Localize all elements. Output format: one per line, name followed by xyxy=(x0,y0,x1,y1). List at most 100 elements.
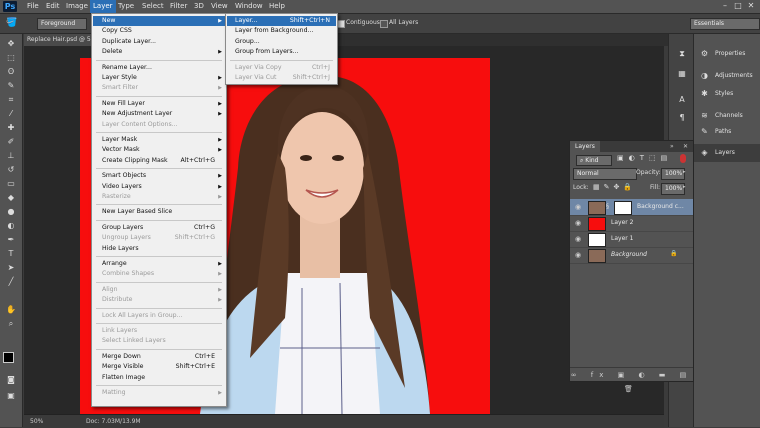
layer-menu-item-delete[interactable]: Delete ▶ xyxy=(93,47,225,57)
layer-menu-item-vector-mask[interactable]: Vector Mask ▶ xyxy=(93,145,225,155)
layer-menu-item-new-adjustment-layer[interactable]: New Adjustment Layer ▶ xyxy=(93,109,225,119)
lock-icons[interactable]: ▦✎✥🔒 xyxy=(593,183,636,191)
layer-menu-item-copy-css[interactable]: Copy CSS xyxy=(93,26,225,36)
eyedropper-tool-icon[interactable]: ⁄ xyxy=(4,108,18,119)
layer-menu-item-flatten-image[interactable]: Flatten Image xyxy=(93,373,225,383)
new-submenu-item-group-from-layers[interactable]: Group from Layers... xyxy=(227,47,336,57)
layers-bottom-toolbar[interactable]: ∞ fx ▣ ◐ ▬ ▤ 🗑 xyxy=(570,367,693,393)
layers-tab[interactable]: Layers xyxy=(570,141,600,152)
close-panel-icon[interactable]: ✕ xyxy=(683,141,688,152)
layer-menu-item-group-layers[interactable]: Group Layers Ctrl+G xyxy=(93,223,225,233)
visibility-eye-icon[interactable]: ◉ xyxy=(574,219,582,227)
lock-icon[interactable]: 🔒 xyxy=(670,250,677,257)
dock-paths[interactable]: ✎ Paths xyxy=(694,123,760,133)
brush-tool-icon[interactable]: ✐ xyxy=(4,136,18,147)
blur-tool-icon[interactable]: ● xyxy=(4,206,18,217)
fill-source-select[interactable]: Foreground xyxy=(37,18,87,30)
paint-bucket-icon[interactable]: 🪣 xyxy=(6,17,22,29)
blend-mode-select[interactable]: Normal xyxy=(573,168,637,180)
all-layers-checkbox[interactable] xyxy=(380,20,388,28)
hand-tool-icon[interactable]: ✋ xyxy=(4,304,18,315)
layer-row[interactable]: ◉ § Background c... xyxy=(570,199,693,216)
layer-menu-item-new-fill-layer[interactable]: New Fill Layer ▶ xyxy=(93,99,225,109)
history-brush-tool-icon[interactable]: ↺ xyxy=(4,164,18,175)
foreground-color-swatch[interactable] xyxy=(3,352,14,363)
fill-arrow-icon[interactable]: ▸ xyxy=(683,184,686,190)
lasso-tool-icon[interactable]: ʘ xyxy=(4,66,18,77)
filter-toggle-icon[interactable] xyxy=(680,154,686,163)
visibility-eye-icon[interactable]: ◉ xyxy=(574,251,582,259)
menu-type[interactable]: Type xyxy=(115,0,137,13)
quick-select-tool-icon[interactable]: ✎ xyxy=(4,80,18,91)
filter-kind-select[interactable]: ⌕ Kind xyxy=(576,155,612,166)
layer-menu-item-layer-mask[interactable]: Layer Mask ▶ xyxy=(93,135,225,145)
menu-image[interactable]: Image xyxy=(63,0,91,13)
marquee-tool-icon[interactable]: ⬚ xyxy=(4,52,18,63)
layer-menu-item-merge-visible[interactable]: Merge Visible Shift+Ctrl+E xyxy=(93,362,225,372)
menu-window[interactable]: Window xyxy=(232,0,266,13)
menu-select[interactable]: Select xyxy=(139,0,167,13)
visibility-eye-icon[interactable]: ◉ xyxy=(574,235,582,243)
type-tool-icon[interactable]: T xyxy=(4,248,18,259)
line-tool-icon[interactable]: ╱ xyxy=(4,276,18,287)
move-tool-icon[interactable]: ✥ xyxy=(4,38,18,49)
collapse-panel-icon[interactable]: » xyxy=(670,141,674,152)
crop-tool-icon[interactable]: ⌗ xyxy=(4,94,18,105)
eraser-tool-icon[interactable]: ▭ xyxy=(4,178,18,189)
dock-adjustments[interactable]: ◑ Adjustments xyxy=(694,67,760,85)
menu-view[interactable]: View xyxy=(208,0,231,13)
character-panel-icon[interactable]: A xyxy=(675,94,689,105)
chain-link-icon[interactable]: § xyxy=(606,203,609,210)
minimize-icon[interactable]: – xyxy=(720,1,730,11)
color-panel-icon[interactable]: ▦ xyxy=(675,68,689,79)
dock-properties[interactable]: ⚙ Properties xyxy=(694,45,760,63)
menu-layer[interactable]: Layer xyxy=(90,0,116,13)
paragraph-panel-icon[interactable]: ¶ xyxy=(675,112,689,123)
new-submenu-item-layer[interactable]: Layer... Shift+Ctrl+N xyxy=(227,16,336,26)
screen-mode-icon[interactable]: ▣ xyxy=(4,390,18,401)
visibility-eye-icon[interactable]: ◉ xyxy=(574,203,582,211)
healing-brush-tool-icon[interactable]: ✚ xyxy=(4,122,18,133)
pen-tool-icon[interactable]: ✒ xyxy=(4,234,18,245)
menu-help[interactable]: Help xyxy=(266,0,288,13)
document-tab[interactable]: Replace Hair.psd @ 50... xyxy=(24,34,97,46)
layer-row[interactable]: ◉ Layer 1 xyxy=(570,231,693,248)
menu-3d[interactable]: 3D xyxy=(191,0,207,13)
contiguous-checkbox[interactable] xyxy=(337,20,345,28)
layer-menu-item-video-layers[interactable]: Video Layers ▶ xyxy=(93,182,225,192)
layer-menu-item-duplicate-layer[interactable]: Duplicate Layer... xyxy=(93,37,225,47)
paint-bucket-tool-icon[interactable]: ◆ xyxy=(4,192,18,203)
dock-layers[interactable]: ◈ Layers xyxy=(694,144,760,162)
layer-menu-item-layer-style[interactable]: Layer Style ▶ xyxy=(93,73,225,83)
layer-menu-item-merge-down[interactable]: Merge Down Ctrl+E xyxy=(93,352,225,362)
opacity-input[interactable]: 100% xyxy=(661,168,685,180)
layer-menu-item-create-clipping-mask[interactable]: Create Clipping Mask Alt+Ctrl+G xyxy=(93,156,225,166)
zoom-tool-icon[interactable]: ⌕ xyxy=(4,318,18,329)
menu-file[interactable]: File xyxy=(24,0,42,13)
layer-menu-item-new[interactable]: New ▶ xyxy=(93,16,225,26)
close-icon[interactable]: ✕ xyxy=(746,1,756,11)
opacity-arrow-icon[interactable]: ▸ xyxy=(683,169,686,175)
path-select-tool-icon[interactable]: ➤ xyxy=(4,262,18,273)
dodge-tool-icon[interactable]: ◐ xyxy=(4,220,18,231)
layer-menu-item-rename-layer[interactable]: Rename Layer... xyxy=(93,63,225,73)
workspace-select[interactable]: Essentials xyxy=(690,18,760,30)
layer-mask-thumbnail[interactable] xyxy=(614,201,632,215)
layer-row[interactable]: ◉ Layer 2 xyxy=(570,215,693,232)
layer-menu-item-new-layer-based-slice[interactable]: New Layer Based Slice xyxy=(93,207,225,217)
layer-menu-item-hide-layers[interactable]: Hide Layers xyxy=(93,244,225,254)
fill-input[interactable]: 100% xyxy=(661,183,685,195)
history-panel-icon[interactable]: ⧗ xyxy=(675,48,689,59)
menu-edit[interactable]: Edit xyxy=(43,0,63,13)
layer-row[interactable]: ◉ Background 🔒 xyxy=(570,247,693,264)
new-submenu-item-group[interactable]: Group... xyxy=(227,37,336,47)
layer-menu-item-smart-objects[interactable]: Smart Objects ▶ xyxy=(93,171,225,181)
filter-icons[interactable]: ▣◐T⬚▤ xyxy=(617,154,672,162)
layer-menu-item-arrange[interactable]: Arrange ▶ xyxy=(93,259,225,269)
clone-stamp-tool-icon[interactable]: ⊥ xyxy=(4,150,18,161)
quick-mask-icon[interactable]: ◙ xyxy=(4,374,18,385)
maximize-icon[interactable]: □ xyxy=(733,1,743,11)
zoom-level[interactable]: 50% xyxy=(30,415,43,428)
dock-styles[interactable]: ✱ Styles xyxy=(694,85,760,103)
menu-filter[interactable]: Filter xyxy=(167,0,190,13)
